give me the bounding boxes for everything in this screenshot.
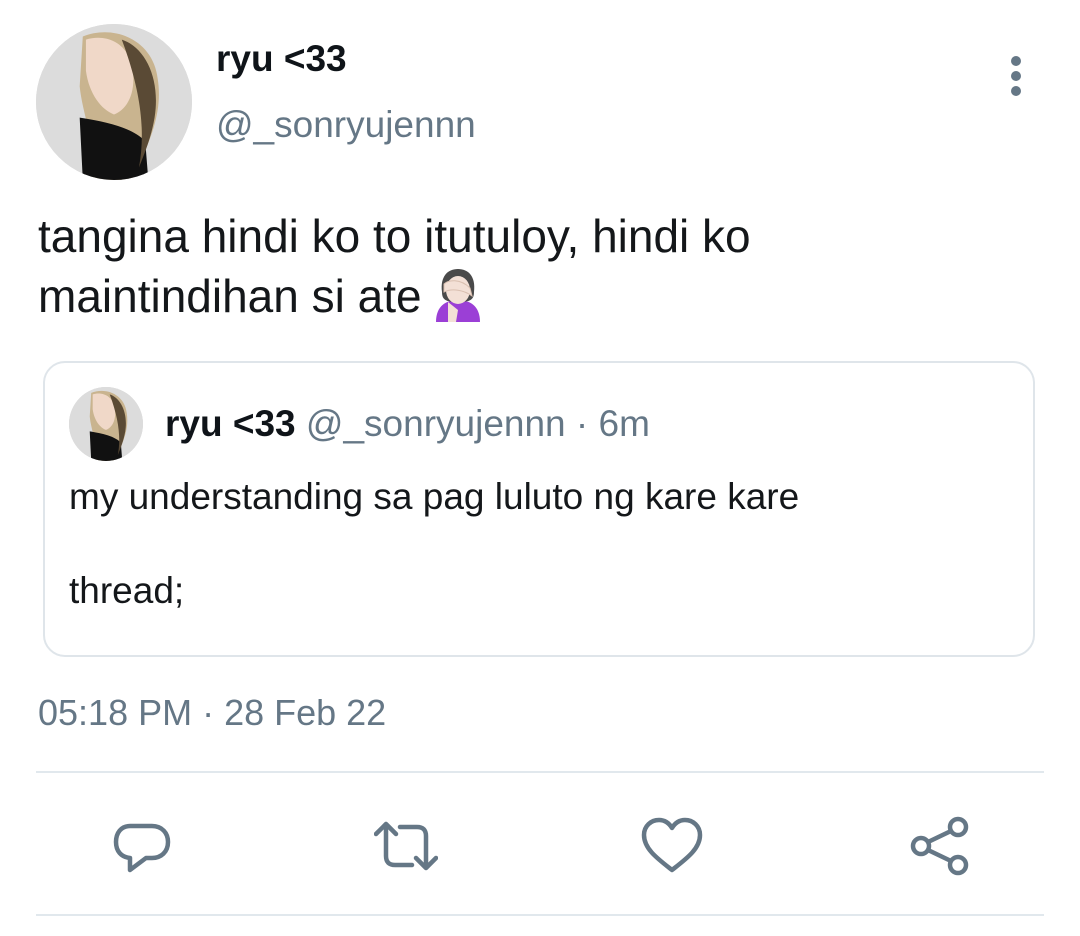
divider (36, 914, 1044, 916)
quoted-tweet-header: ryu <33 @_sonryujennn · 6m (165, 403, 650, 445)
avatar-photo (36, 24, 192, 180)
quoted-display-name: ryu <33 (165, 403, 296, 444)
like-button[interactable] (640, 814, 704, 878)
tweet-timestamp[interactable]: 05:18 PM · 28 Feb 22 (38, 692, 386, 734)
user-handle[interactable]: @_sonryujennn (216, 104, 476, 146)
woman-facepalming-icon (435, 269, 480, 322)
quoted-meta: @_sonryujennn · 6m (295, 403, 650, 444)
like-icon (641, 817, 703, 873)
retweet-icon (374, 821, 438, 871)
display-name[interactable]: ryu <33 (216, 38, 347, 80)
share-button[interactable] (908, 814, 972, 878)
more-options-icon[interactable] (996, 52, 1038, 100)
tweet-text-line: tangina hindi ko to itutuloy, hindi ko (38, 210, 751, 262)
quoted-tweet-text: thread; (69, 570, 185, 611)
divider (36, 771, 1044, 773)
quoted-tweet-text: my understanding sa pag luluto ng kare k… (69, 476, 800, 517)
quoted-avatar[interactable] (69, 387, 143, 461)
reply-icon (113, 823, 171, 873)
retweet-button[interactable] (374, 814, 438, 878)
avatar[interactable] (36, 24, 192, 180)
tweet-text: tangina hindi ko to itutuloy, hindi ko m… (38, 206, 1038, 326)
reply-button[interactable] (110, 814, 174, 878)
quoted-avatar-photo (69, 387, 143, 461)
tweet-text-line: maintindihan si ate (38, 266, 1038, 326)
share-icon (910, 816, 969, 876)
quoted-tweet-card[interactable]: ryu <33 @_sonryujennn · 6m my understand… (43, 361, 1035, 657)
